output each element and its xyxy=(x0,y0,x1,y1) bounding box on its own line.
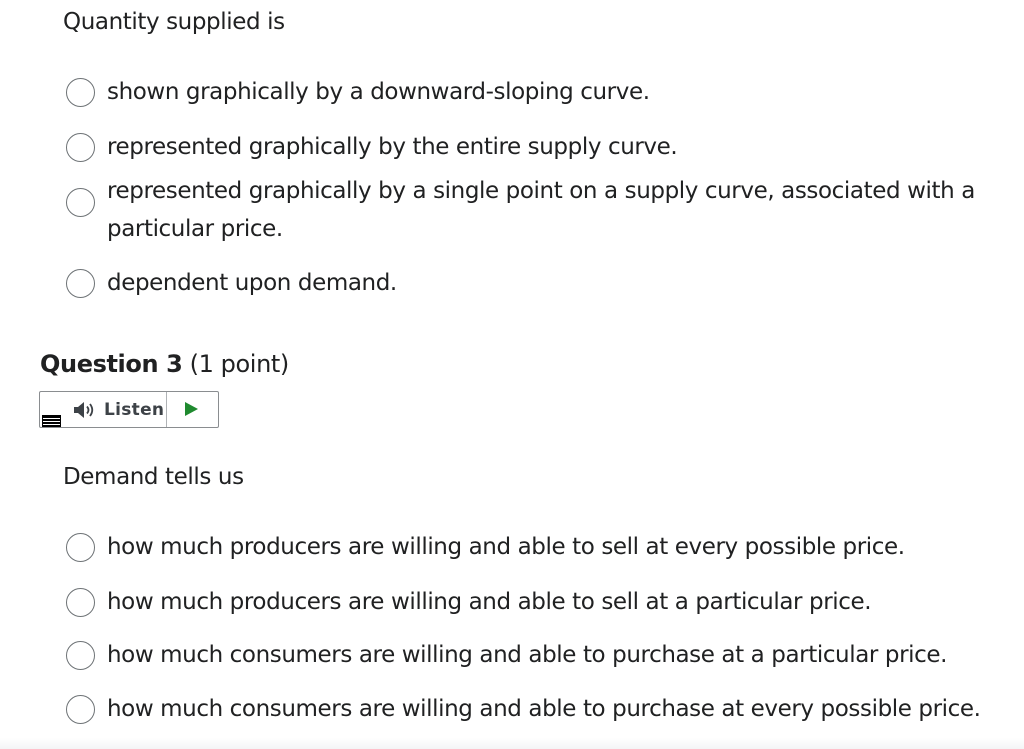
play-button[interactable] xyxy=(167,392,217,427)
radio-button[interactable] xyxy=(66,641,95,670)
radio-button[interactable] xyxy=(66,133,95,162)
listen-toolbar: Listen xyxy=(39,391,219,428)
question-title: Question 3 xyxy=(40,350,183,378)
option-text: how much consumers are willing and able … xyxy=(107,642,948,668)
listen-button[interactable]: Listen xyxy=(70,392,167,427)
question-points: (1 point) xyxy=(189,350,290,378)
option-text: how much consumers are willing and able … xyxy=(107,696,981,722)
question-3-heading: Question 3 (1 point) xyxy=(40,348,289,380)
listen-label: Listen xyxy=(104,400,165,420)
play-icon xyxy=(185,402,198,416)
question-3-stem: Demand tells us xyxy=(63,464,244,490)
radio-button[interactable] xyxy=(66,533,95,562)
question-2-stem: Quantity supplied is xyxy=(63,9,285,35)
radio-button[interactable] xyxy=(66,588,95,617)
radio-button[interactable] xyxy=(66,188,95,217)
option-text: represented graphically by a single poin… xyxy=(107,178,975,242)
option-text: represented graphically by the entire su… xyxy=(107,134,678,160)
option-text: how much producers are willing and able … xyxy=(107,534,905,560)
radio-button[interactable] xyxy=(66,695,95,724)
option-text: dependent upon demand. xyxy=(107,270,397,296)
option-text: how much producers are willing and able … xyxy=(107,589,872,615)
menu-icon[interactable] xyxy=(42,415,61,427)
radio-button[interactable] xyxy=(66,78,95,107)
page-bottom-edge xyxy=(0,738,1024,749)
option-text: shown graphically by a downward-sloping … xyxy=(107,79,650,105)
radio-button[interactable] xyxy=(66,269,95,298)
speaker-icon xyxy=(74,402,94,418)
